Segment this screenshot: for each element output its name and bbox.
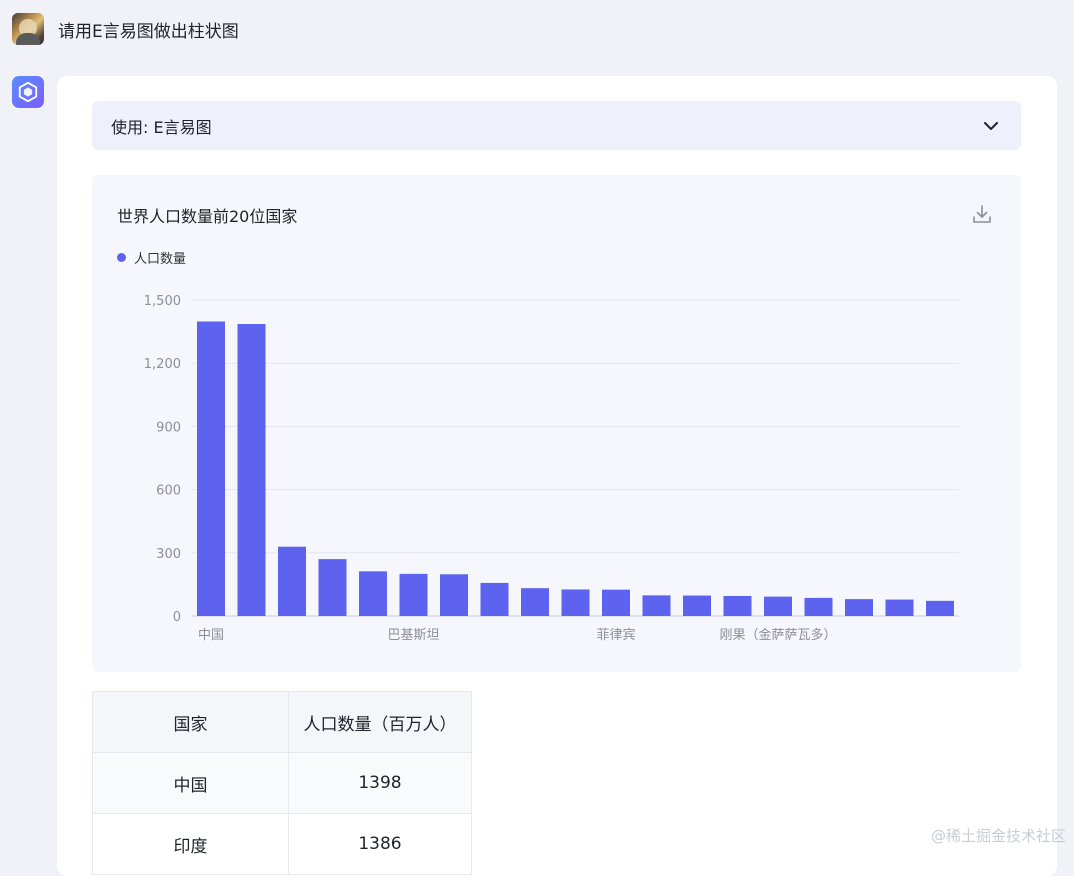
bar: [885, 599, 914, 616]
data-table: 国家 人口数量（百万人） 中国 1398 印度 1386: [92, 691, 472, 875]
download-icon[interactable]: [971, 203, 993, 225]
y-tick-label: 1,500: [144, 294, 181, 309]
bar: [642, 595, 671, 616]
table-cell-population: 1386: [288, 813, 472, 875]
bar: [237, 324, 266, 616]
bar: [359, 571, 387, 616]
bar: [845, 599, 873, 616]
y-tick-label: 900: [156, 420, 181, 435]
x-tick-label: 中国: [198, 628, 224, 643]
legend-label: 人口数量: [134, 252, 187, 267]
bar: [399, 573, 428, 616]
table-row: 印度 1386: [92, 813, 472, 875]
bar: [561, 589, 590, 616]
table-header-country: 国家: [92, 691, 289, 753]
legend-dot: [117, 253, 126, 262]
bar: [804, 597, 833, 616]
bar: [440, 574, 468, 616]
bar-chart: 0 300 600 900 1,200 1,500 中国 巴基斯坦 菲律宾 刚果（金萨萨瓦多）: [144, 294, 959, 643]
cube-logo-icon: [18, 81, 38, 103]
y-tick-label: 600: [156, 484, 181, 499]
brand-watermark: @稀土掘金技术社区: [930, 827, 1066, 845]
bar: [480, 582, 509, 616]
table-cell-population: 1398: [288, 752, 472, 814]
bar: [683, 595, 711, 616]
chevron-down-icon[interactable]: [981, 116, 1001, 136]
y-tick-label: 1,200: [144, 357, 181, 372]
x-tick-label: 刚果（金萨萨瓦多）: [719, 627, 836, 643]
bar: [318, 559, 347, 616]
table-row: 中国 1398: [92, 752, 472, 814]
chart-panel: 0 300 600 900 1,200 1,500 中国 巴基斯坦 菲律宾 刚果（金萨萨瓦多） 世…: [92, 175, 1021, 672]
bar: [926, 600, 954, 616]
bot-avatar: [12, 76, 44, 108]
table-cell-country: 印度: [92, 813, 289, 875]
table-header-row: 国家 人口数量（百万人）: [92, 691, 472, 753]
tool-usage-label: 使用: E言易图: [111, 117, 212, 137]
user-message-row: 请用E言易图做出柱状图: [12, 12, 239, 46]
table-header-population: 人口数量（百万人）: [288, 691, 472, 753]
chart-title: 世界人口数量前20位国家: [117, 207, 298, 226]
user-message-text: 请用E言易图做出柱状图: [58, 21, 239, 42]
y-tick-label: 300: [156, 547, 181, 562]
response-card: 使用: E言易图 0 300 600 900 1,200 1,500 中国 巴基斯坦 菲律宾 刚果…: [57, 76, 1057, 876]
bar: [521, 588, 549, 616]
bar: [278, 546, 306, 616]
chart-legend[interactable]: 人口数量: [117, 248, 186, 267]
bar: [723, 595, 752, 616]
y-tick-label: 0: [173, 610, 181, 625]
tool-usage-bar[interactable]: 使用: E言易图: [92, 101, 1021, 150]
user-avatar: [12, 13, 44, 45]
bar: [764, 596, 792, 616]
x-tick-label: 巴基斯坦: [387, 628, 439, 643]
table-cell-country: 中国: [92, 752, 289, 814]
bar: [602, 589, 630, 616]
x-tick-label: 菲律宾: [596, 627, 635, 643]
bar: [197, 321, 225, 616]
